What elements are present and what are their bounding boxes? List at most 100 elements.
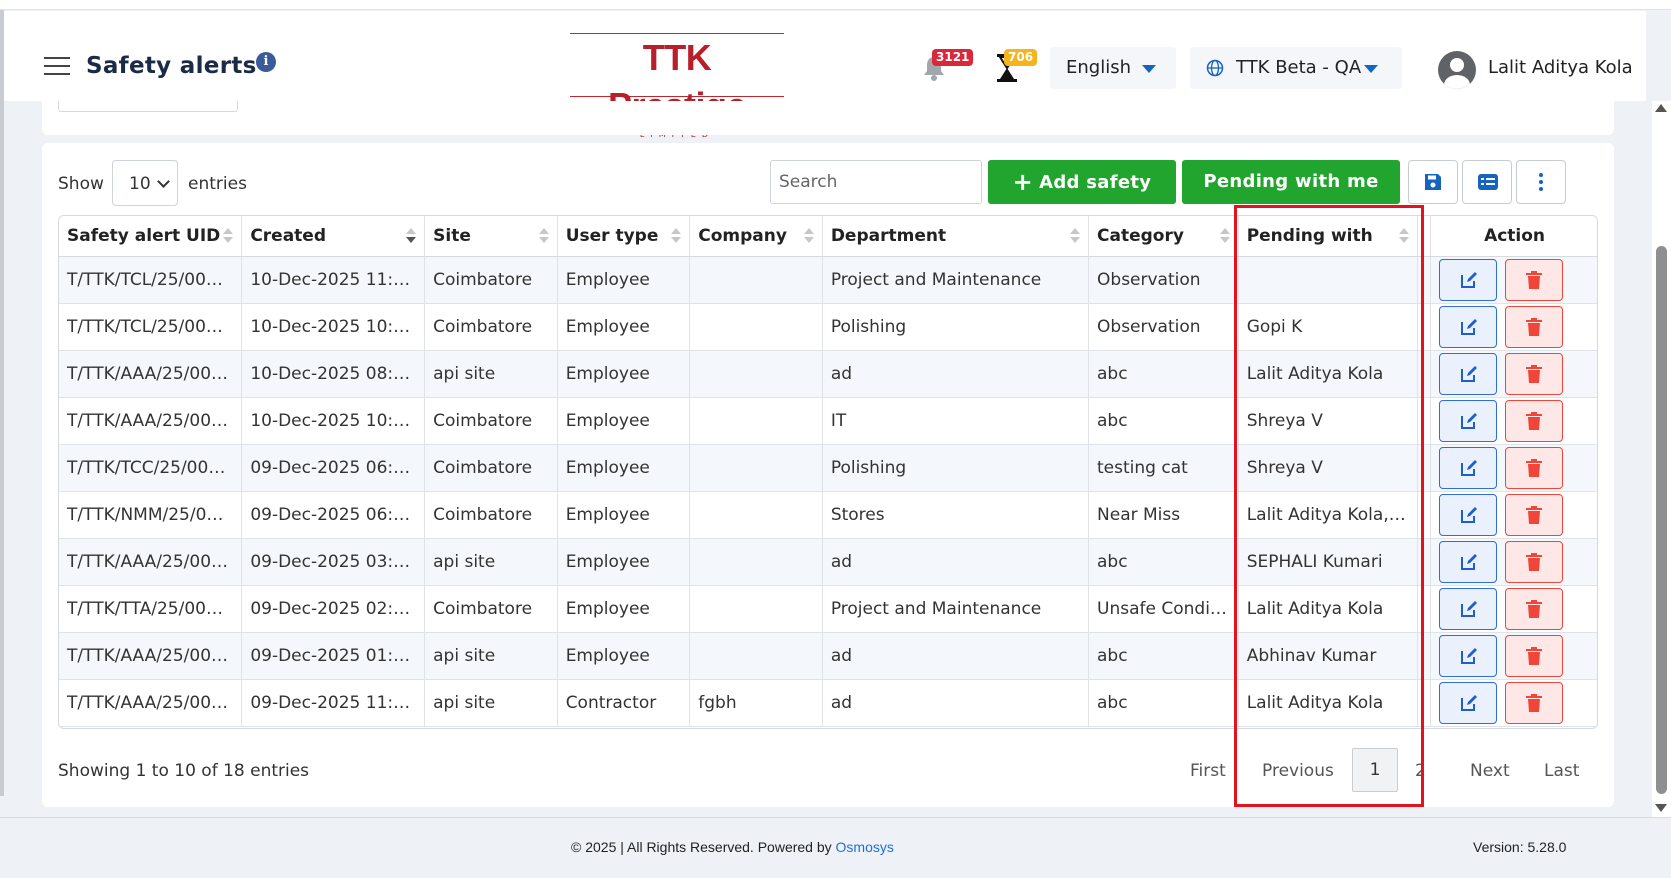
edit-icon [1461,412,1478,429]
scroll-down-arrow[interactable] [1655,804,1667,812]
delete-button[interactable] [1505,587,1564,630]
table-row[interactable]: T/TTK/AAA/25/000... 10-Dec-2025 08:11... a… [59,350,1597,398]
cell-pending-with [1238,256,1419,304]
table-row[interactable]: T/TTK/AAA/25/000... 09-Dec-2025 11:53... a… [59,679,1597,727]
cell-action [1430,585,1597,633]
table-row[interactable]: T/TTK/AAA/25/000... 09-Dec-2025 01:47... a… [59,632,1597,680]
column-header-category[interactable]: Category [1088,216,1239,257]
more-options-button[interactable] [1516,160,1566,204]
delete-button[interactable] [1505,305,1564,348]
trash-icon [1526,270,1543,289]
table-row[interactable]: T/TTK/TTA/25/00072 09-Dec-2025 02:15... Co… [59,585,1597,633]
table-row[interactable]: T/TTK/NMM/25/00... 09-Dec-2025 06:03... Co… [59,491,1597,539]
table-row[interactable]: T/TTK/AAA/25/000... 10-Dec-2025 10:54... C… [59,397,1597,445]
edit-icon [1461,365,1478,382]
edit-icon [1461,318,1478,335]
pagination-first[interactable]: First [1190,761,1226,781]
language-value: English [1066,57,1131,78]
edit-button[interactable] [1439,493,1498,536]
scrollbar-thumb[interactable] [1656,246,1667,794]
delete-button[interactable] [1505,681,1564,724]
notification-badge: 3121 [932,49,974,66]
delete-button[interactable] [1505,493,1564,536]
table-row[interactable]: T/TTK/AAA/25/000... 09-Dec-2025 03:46... a… [59,538,1597,586]
pagination-page-2[interactable]: 2 [1415,761,1426,781]
edit-button[interactable] [1439,681,1498,724]
edit-button[interactable] [1439,634,1498,677]
cell-created: 10-Dec-2025 08:11... [241,350,426,398]
pagination-previous[interactable]: Previous [1262,761,1334,781]
cell-category: abc [1088,632,1239,680]
cell-spacer [1417,632,1432,680]
filter-field[interactable] [58,101,238,112]
cell-user-type: Employee [557,585,691,633]
cell-company [689,444,823,492]
cell-user-type: Employee [557,632,691,680]
delete-button[interactable] [1505,258,1564,301]
column-header-user-type[interactable]: User type [557,216,691,257]
save-view-button[interactable] [1408,160,1458,204]
edit-button[interactable] [1439,446,1498,489]
cell-site: Coimbatore [424,397,558,445]
hamburger-icon[interactable] [44,57,70,75]
column-header-created[interactable]: Created [241,216,426,257]
delete-button[interactable] [1505,540,1564,583]
trash-icon [1526,411,1543,430]
cell-created: 09-Dec-2025 11:53... [241,679,426,727]
cell-department: ad [822,679,1090,727]
cell-user-type: Contractor [557,679,691,727]
table-row[interactable]: T/TTK/TCL/25/00034 10-Dec-2025 10:56... Co… [59,303,1597,351]
column-header-pending-with[interactable]: Pending with [1238,216,1419,257]
column-header-site[interactable]: Site [424,216,558,257]
add-safety-alert-button[interactable]: +Add safety alert [988,160,1176,237]
pagination-last[interactable]: Last [1544,761,1579,781]
cell-company [689,491,823,539]
edit-button[interactable] [1439,352,1498,395]
cell-action [1430,303,1597,351]
edit-button[interactable] [1439,399,1498,442]
trash-icon [1526,599,1543,618]
trash-icon [1526,364,1543,383]
cell-spacer [1417,303,1432,351]
delete-button[interactable] [1505,352,1564,395]
cell-site: Coimbatore [424,491,558,539]
edit-button[interactable] [1439,305,1498,348]
pagination-next[interactable]: Next [1470,761,1510,781]
table-row[interactable]: T/TTK/TCC/25/000... 09-Dec-2025 06:59... C… [59,444,1597,492]
search-input[interactable] [770,160,982,204]
site-selector[interactable]: TTK Beta - QA [1190,47,1402,89]
table-header-row: Safety alert UID Created Site User type … [59,216,1597,257]
column-header-uid[interactable]: Safety alert UID [59,216,243,257]
pending-with-me-button[interactable]: Pending with me [1182,160,1400,204]
cell-site: Coimbatore [424,444,558,492]
cell-spacer [1417,491,1432,539]
osmosys-link[interactable]: Osmosys [836,839,894,855]
column-header-department[interactable]: Department [822,216,1090,257]
window-edge [0,10,4,796]
language-selector[interactable]: English [1050,47,1176,89]
cell-created: 10-Dec-2025 10:56... [241,303,426,351]
cell-uid: T/TTK/AAA/25/000... [59,632,243,680]
delete-button[interactable] [1505,399,1564,442]
edit-button[interactable] [1439,587,1498,630]
column-header-company[interactable]: Company [689,216,823,257]
cell-category: abc [1088,397,1239,445]
column-view-button[interactable] [1462,160,1512,204]
entries-per-page-select[interactable]: 10 [112,160,178,206]
cell-site: api site [424,350,558,398]
column-header-spacer [1417,216,1432,257]
user-name[interactable]: Lalit Aditya Kola [1488,57,1633,78]
pagination-page-1[interactable]: 1 [1352,748,1398,792]
edit-button[interactable] [1439,258,1498,301]
delete-button[interactable] [1505,634,1564,677]
top-border [0,0,1671,10]
info-icon[interactable]: i [256,52,276,72]
scroll-up-arrow[interactable] [1655,104,1667,112]
edit-button[interactable] [1439,540,1498,583]
entries-value: 10 [129,174,151,194]
table-row[interactable]: T/TTK/TCL/25/00035 10-Dec-2025 11:10... Co… [59,256,1597,304]
delete-button[interactable] [1505,446,1564,489]
cell-uid: T/TTK/TCL/25/00034 [59,303,243,351]
avatar[interactable] [1438,51,1476,89]
cell-category: Observation [1088,303,1239,351]
